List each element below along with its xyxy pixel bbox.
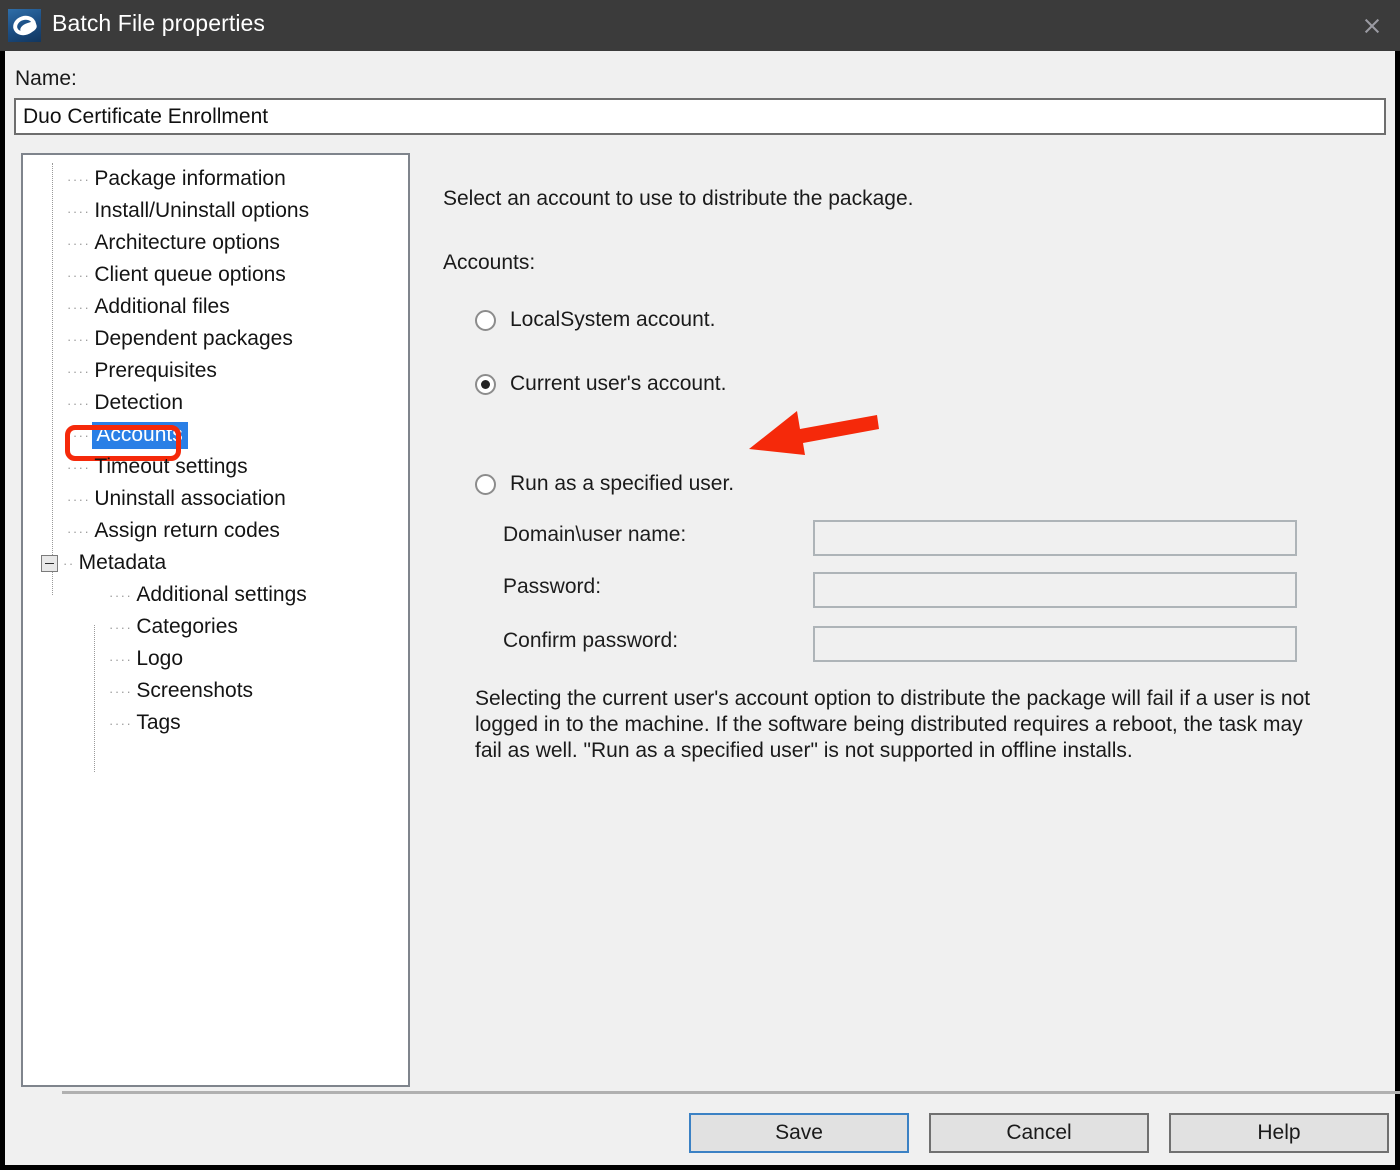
radio-run-as-specified-user[interactable]: Run as a specified user. [475, 472, 734, 496]
tree-connector-icon: ·· [63, 555, 75, 571]
tree-item-additional-files[interactable]: ···· Additional files [23, 291, 408, 323]
tree-item-package-information[interactable]: ···· Package information [23, 163, 408, 195]
radio-label: Run as a specified user. [510, 472, 735, 495]
batch-file-properties-dialog: Batch File properties Name: ···· Package… [0, 0, 1400, 1170]
tree-item-label: Client queue options [94, 263, 286, 286]
tree-connector-icon: ···· [67, 491, 91, 507]
tree-item-metadata[interactable]: ·· Metadata [23, 547, 408, 579]
title-bar: Batch File properties [0, 0, 1400, 51]
radio-icon[interactable] [475, 473, 496, 495]
tree-item-label: Categories [136, 615, 238, 638]
tree-item-label: Package information [94, 167, 286, 190]
tree-item-timeout-settings[interactable]: ···· Timeout settings [23, 451, 408, 483]
tree-connector-icon: ···· [109, 683, 133, 699]
radio-localsystem-account[interactable]: LocalSystem account. [475, 308, 715, 332]
tree-item-label: Tags [136, 711, 181, 734]
tree-item-categories[interactable]: ···· Categories [23, 611, 408, 643]
name-label: Name: [15, 67, 77, 90]
tree-item-label: Screenshots [136, 679, 254, 702]
tree-item-client-queue-options[interactable]: ···· Client queue options [23, 259, 408, 291]
tree-connector-icon: ···· [109, 715, 133, 731]
radio-label: Current user's account. [510, 372, 727, 395]
radio-icon[interactable] [475, 309, 496, 331]
tree-connector-icon: ···· [67, 203, 91, 219]
tree-item-label: Logo [136, 647, 184, 670]
tree-connector-icon: ···· [67, 363, 91, 379]
tree-connector-icon: ···· [109, 587, 133, 603]
tree-item-uninstall-association[interactable]: ···· Uninstall association [23, 483, 408, 515]
password-label: Password: [503, 575, 602, 598]
tree-item-label: Architecture options [94, 231, 280, 254]
tree-item-label: Install/Uninstall options [94, 199, 310, 222]
tree-item-label: Prerequisites [94, 359, 217, 382]
cancel-button[interactable]: Cancel [929, 1113, 1149, 1153]
tree-item-label: Timeout settings [94, 455, 248, 478]
window-title: Batch File properties [52, 10, 266, 36]
help-button[interactable]: Help [1169, 1113, 1389, 1153]
tree-item-architecture-options[interactable]: ···· Architecture options [23, 227, 408, 259]
package-icon [8, 9, 41, 42]
settings-tree[interactable]: ···· Package information ···· Install/Un… [21, 153, 410, 1087]
collapse-minus-icon[interactable] [41, 554, 58, 572]
tree-item-tags[interactable]: ···· Tags [23, 707, 408, 739]
tree-connector-icon: ···· [67, 331, 91, 347]
tree-item-label: Uninstall association [94, 487, 286, 510]
tree-item-label: Dependent packages [94, 327, 293, 350]
radio-icon-selected[interactable] [475, 373, 496, 395]
tree-item-additional-settings[interactable]: ···· Additional settings [23, 579, 408, 611]
name-input[interactable] [14, 98, 1386, 135]
tree-connector-icon: ···· [67, 459, 91, 475]
tree-item-accounts[interactable]: ···· Accounts [23, 419, 408, 461]
tree-connector-icon: ···· [67, 395, 91, 411]
accounts-group-label: Accounts: [443, 251, 536, 274]
tree-connector-icon: ···· [67, 267, 91, 283]
tree-item-label: Accounts [92, 421, 188, 449]
tree-item-screenshots[interactable]: ···· Screenshots [23, 675, 408, 707]
tree-item-install-uninstall-options[interactable]: ···· Install/Uninstall options [23, 195, 408, 227]
tree-connector-icon: ···· [109, 651, 133, 667]
tree-item-assign-return-codes[interactable]: ···· Assign return codes [23, 515, 408, 547]
tree-item-label: Additional settings [136, 583, 307, 606]
tree-item-dependent-packages[interactable]: ···· Dependent packages [23, 323, 408, 355]
close-icon[interactable] [1344, 0, 1400, 51]
confirm-password-input[interactable] [813, 626, 1297, 662]
domain-user-name-label: Domain\user name: [503, 523, 687, 546]
tree-connector-icon: ···· [67, 235, 91, 251]
domain-user-name-input[interactable] [813, 520, 1297, 556]
tree-connector-icon: ···· [67, 523, 91, 539]
tree-item-logo[interactable]: ···· Logo [23, 643, 408, 675]
tree-item-prerequisites[interactable]: ···· Prerequisites [23, 355, 408, 387]
account-note-text: Selecting the current user's account opt… [475, 687, 1311, 762]
tree-connector-icon: ···· [67, 427, 91, 443]
tree-item-detection[interactable]: ···· Detection [23, 387, 408, 419]
tree-item-label: Metadata [78, 551, 167, 574]
tree-item-label: Detection [94, 391, 184, 414]
save-button[interactable]: Save [689, 1113, 909, 1153]
tree-item-label: Assign return codes [94, 519, 280, 542]
pane-intro-text: Select an account to use to distribute t… [443, 187, 914, 210]
red-arrow-annotation [749, 411, 879, 455]
tree-connector-icon: ···· [109, 619, 133, 635]
radio-current-user-account[interactable]: Current user's account. [475, 372, 726, 396]
footer-separator [62, 1091, 1400, 1094]
tree-connector-icon: ···· [67, 299, 91, 315]
tree-item-label: Additional files [94, 295, 230, 318]
confirm-password-label: Confirm password: [503, 629, 679, 652]
radio-label: LocalSystem account. [510, 308, 716, 331]
dialog-client-area: Name: ···· Package information ···· Inst… [0, 51, 1400, 1170]
password-input[interactable] [813, 572, 1297, 608]
tree-connector-icon: ···· [67, 171, 91, 187]
